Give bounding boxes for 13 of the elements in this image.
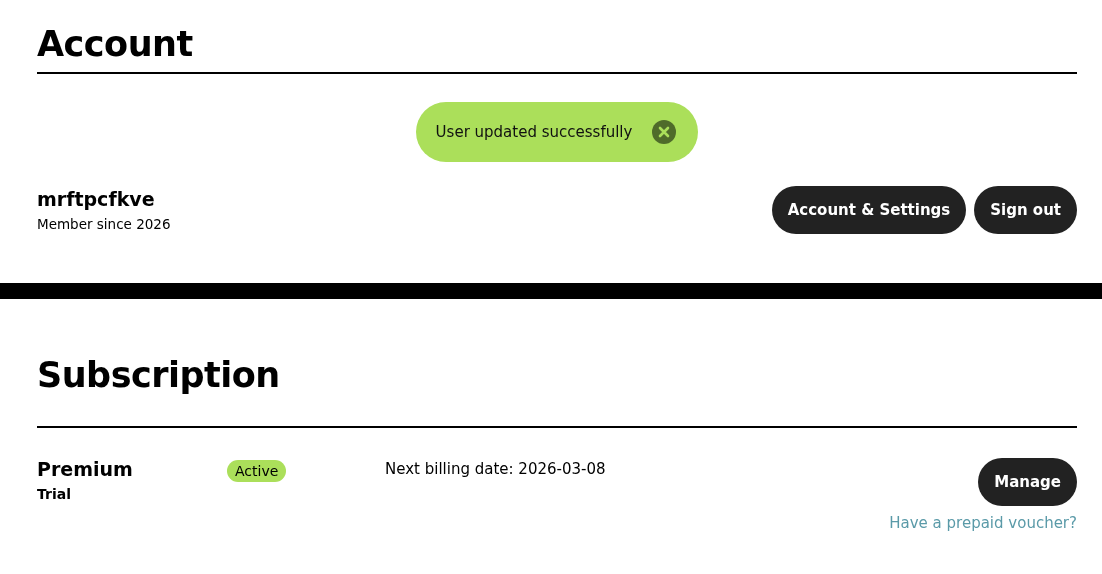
close-icon[interactable] bbox=[652, 120, 677, 144]
manage-button[interactable]: Manage bbox=[978, 458, 1077, 506]
account-button[interactable]: Account & Settings bbox=[771, 186, 967, 234]
billing-date: Next billing date: 2026-03-08 bbox=[385, 460, 607, 480]
plan-name: Premium bbox=[37, 458, 134, 480]
username: mrftpcfkve bbox=[37, 188, 156, 210]
status-badge: Active bbox=[227, 460, 287, 482]
account-button[interactable]: Sign out bbox=[974, 186, 1077, 234]
plan-type: Trial bbox=[37, 486, 72, 502]
toast-message: User updated successfully bbox=[435, 123, 633, 141]
section-title: Subscription bbox=[37, 355, 281, 395]
member-since: Member since 2026 bbox=[37, 216, 171, 232]
page-title: Account bbox=[37, 24, 194, 64]
